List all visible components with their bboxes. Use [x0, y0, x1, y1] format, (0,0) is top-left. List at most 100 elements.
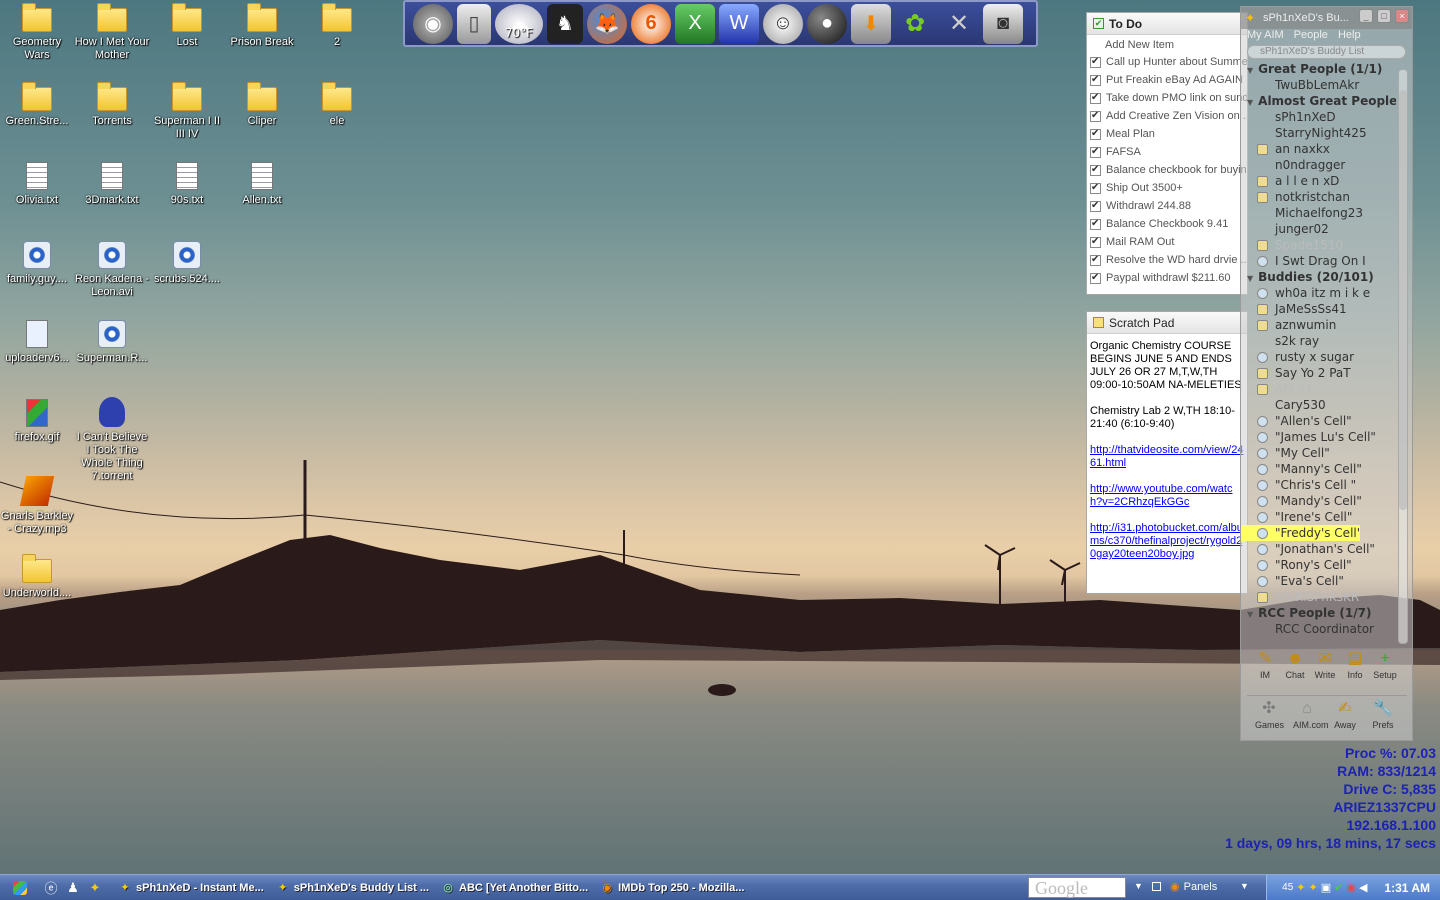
link-photobucket[interactable]: http://i31.photobucket.com/albums/c370/t… — [1090, 522, 1244, 561]
buddy-search-input[interactable]: sPh1nXeD's Buddy List — [1247, 45, 1406, 59]
buddy-entry[interactable]: "Allen's Cell" — [1241, 413, 1396, 429]
firefox-icon[interactable]: 🦊 — [587, 3, 627, 44]
camera-icon[interactable]: ◙ — [983, 3, 1023, 44]
desktop-file-uploader[interactable]: uploaderv6... — [0, 318, 75, 365]
desktop-file-torrent[interactable]: I Can't Believe I Took The Whole Thing 7… — [74, 397, 150, 483]
buddy-entry[interactable]: Cary530 — [1241, 397, 1396, 413]
buddy-entry[interactable]: n0ndragger — [1241, 157, 1396, 173]
buddy-entry[interactable]: "Jonathan's Cell" — [1241, 541, 1396, 557]
write-button[interactable]: ✉ Write — [1313, 649, 1337, 680]
games-button[interactable]: ✣ Games — [1255, 699, 1284, 730]
buddy-entry[interactable]: AM 41 — [1241, 381, 1396, 397]
todo-item[interactable]: Balance Checkbook 9.41 — [1087, 215, 1247, 233]
todo-item[interactable]: Withdrawl 244.88 — [1087, 197, 1247, 215]
away-button[interactable]: ✍ Away — [1331, 699, 1359, 730]
buddy-entry[interactable]: "James Lu's Cell" — [1241, 429, 1396, 445]
buddy-entry[interactable]: "Irene's Cell" — [1241, 509, 1396, 525]
desktop-folder-prison-break[interactable]: Prison Break — [224, 3, 300, 49]
buddy-entry[interactable]: s2k ray — [1241, 333, 1396, 349]
desktop-folder-superman[interactable]: Superman I II III IV — [149, 82, 225, 141]
chat-button[interactable]: ☻ Chat — [1283, 649, 1307, 680]
buddy-entry[interactable]: aznwumin — [1241, 317, 1396, 333]
setup-button[interactable]: + Setup — [1373, 649, 1397, 680]
link-thatvideosite[interactable]: http://thatvideosite.com/view/2461.html — [1090, 444, 1244, 470]
todo-item[interactable]: Call up Hunter about Summer — [1087, 53, 1247, 71]
desktop-file-allen[interactable]: Allen.txt — [224, 160, 300, 207]
buddy-entry[interactable]: an naxkx — [1241, 141, 1396, 157]
hard-drive-icon[interactable]: ◉ — [413, 3, 453, 44]
buddy-entry[interactable]: ATaRiSPnKsKR — [1241, 589, 1396, 605]
scrollbar-thumb[interactable] — [1399, 90, 1407, 510]
trash-can-icon[interactable]: ▯ — [457, 3, 491, 44]
runner-tray-icon[interactable]: ✦ — [1309, 881, 1318, 894]
buddy-entry[interactable]: RCC Coordinator — [1241, 621, 1396, 637]
word-icon[interactable]: W — [719, 3, 759, 44]
maximize-button[interactable]: □ — [1377, 9, 1391, 23]
link-youtube[interactable]: http://www.youtube.com/watch?v=2CRhzqEkG… — [1090, 483, 1244, 509]
todo-item[interactable]: Take down PMO link on sund... — [1087, 89, 1247, 107]
todo-item[interactable]: Ship Out 3500+ — [1087, 179, 1247, 197]
tools-icon[interactable]: ✕ — [939, 4, 979, 44]
excel-icon[interactable]: X — [675, 3, 715, 44]
desktop-folder-underworld[interactable]: Underworld.... — [0, 554, 75, 600]
minimize-button[interactable]: _ — [1359, 9, 1373, 23]
buddy-entry[interactable]: junger02 — [1241, 221, 1396, 237]
buddy-entry[interactable]: "Mandy's Cell" — [1241, 493, 1396, 509]
todo-checkbox[interactable] — [1090, 110, 1101, 122]
ie-icon[interactable]: 6 — [631, 3, 671, 44]
task-firefox-imdb[interactable]: ◉ IMDb Top 250 - Mozilla... — [596, 877, 748, 899]
group-collapse-icon[interactable]: ▼ — [1247, 95, 1253, 109]
menu-help[interactable]: Help — [1338, 29, 1361, 45]
buddy-entry[interactable]: "Rony's Cell" — [1241, 557, 1396, 573]
parrot-icon[interactable]: ✿ — [895, 4, 935, 44]
volume-tray-icon[interactable]: ◀ — [1359, 881, 1367, 894]
penguin-quicklaunch-icon[interactable]: ♟ — [62, 878, 84, 898]
aim-tray-icon[interactable]: ✦ — [1296, 881, 1305, 894]
todo-checkbox[interactable] — [1090, 236, 1101, 248]
task-abc-torrent[interactable]: ◎ ABC [Yet Another Bitto... — [437, 877, 592, 899]
buddy-list-titlebar[interactable]: ✦ sPh1nXeD's Bu... _ □ × — [1241, 7, 1412, 29]
todo-item[interactable]: Balance checkbook for buyin... — [1087, 161, 1247, 179]
desktop-file-olivia[interactable]: Olivia.txt — [0, 160, 75, 207]
buddy-entry[interactable]: Michaelfong23 — [1241, 205, 1396, 221]
desktop-folder-geometry-wars[interactable]: Geometry Wars — [0, 3, 75, 62]
desktop-folder-2[interactable]: 2 — [299, 3, 375, 49]
desktop-folder-lost[interactable]: Lost — [149, 3, 225, 49]
desktop-folder-ele[interactable]: ele — [299, 82, 375, 128]
desktop-folder-himym[interactable]: How I Met Your Mother — [74, 3, 150, 62]
aim-quicklaunch-icon[interactable]: ✦ — [84, 878, 106, 898]
todo-checkbox[interactable] — [1090, 218, 1101, 230]
todo-item[interactable]: Paypal withdrawl $211.60 — [1087, 269, 1247, 287]
todo-checkbox[interactable] — [1090, 164, 1101, 176]
buddy-group-header[interactable]: ▼ RCC People (1/7) — [1241, 605, 1396, 621]
ie-quicklaunch-icon[interactable]: ⓔ — [40, 878, 62, 898]
disk-download-icon[interactable]: ⬇ — [851, 3, 891, 44]
buddy-scrollbar[interactable] — [1398, 69, 1408, 644]
task-buddy-list[interactable]: ✦ sPh1nXeD's Buddy List ... — [272, 877, 433, 899]
buddy-entry[interactable]: TwuBbLemAkr — [1241, 77, 1396, 93]
buddy-entry[interactable]: "Freddy's Cell" — [1241, 525, 1360, 541]
todo-item[interactable]: Put Freakin eBay Ad AGAIN — [1087, 71, 1247, 89]
desktop-video-reon-kadena[interactable]: Reon Kadena - Leon.avi — [74, 239, 150, 299]
todo-checkbox[interactable] — [1090, 272, 1101, 284]
todo-checkbox[interactable] — [1090, 200, 1101, 212]
clock[interactable]: 1:31 AM — [1384, 881, 1430, 895]
buddy-entry[interactable]: "Eva's Cell" — [1241, 573, 1396, 589]
group-collapse-icon[interactable]: ▼ — [1247, 63, 1253, 77]
start-button[interactable] — [0, 878, 40, 898]
todo-checkbox[interactable] — [1090, 74, 1101, 86]
todo-checkbox[interactable] — [1090, 146, 1101, 158]
aim-com-button[interactable]: ⌂ AIM.com — [1293, 699, 1329, 730]
todo-checkbox[interactable] — [1090, 92, 1101, 104]
buddy-group-header[interactable]: ▼ Almost Great People — [1241, 93, 1396, 109]
bomb-icon[interactable]: ● — [807, 3, 847, 44]
search-dropdown-arrow-icon[interactable]: ▼ — [1134, 881, 1143, 891]
todo-item[interactable]: Meal Plan — [1087, 125, 1247, 143]
menu-my-aim[interactable]: My AIM — [1247, 29, 1284, 45]
desktop-file-3dmark[interactable]: 3Dmark.txt — [74, 160, 150, 207]
todo-item[interactable]: Resolve the WD hard drvie ... — [1087, 251, 1247, 269]
desktop-video-family-guy[interactable]: family.guy.... — [0, 239, 75, 286]
google-search-box[interactable]: Google — [1028, 877, 1126, 898]
buddy-entry[interactable]: StarryNight425 — [1241, 125, 1396, 141]
add-new-item-button[interactable]: Add New Item — [1087, 35, 1247, 53]
